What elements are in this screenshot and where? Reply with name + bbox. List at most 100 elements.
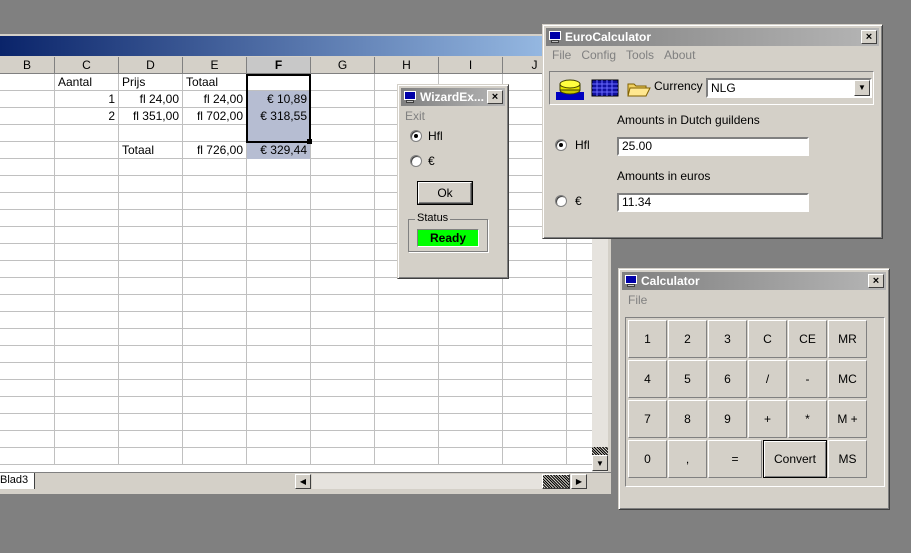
cell-b[interactable]	[0, 346, 55, 363]
cell-f[interactable]	[247, 431, 311, 448]
cell-c[interactable]	[55, 346, 119, 363]
cell-e[interactable]	[183, 346, 247, 363]
radio-hfl-row[interactable]: Hfl	[410, 129, 443, 143]
key-4[interactable]: 4	[628, 360, 667, 398]
cell-d[interactable]: fl 24,00	[119, 91, 183, 108]
cell-h[interactable]	[375, 329, 439, 346]
column-header-f[interactable]: F	[247, 57, 311, 74]
cell-e[interactable]	[183, 329, 247, 346]
cell-e[interactable]: fl 702,00	[183, 108, 247, 125]
cell-b[interactable]	[0, 312, 55, 329]
euro-radio[interactable]	[410, 155, 422, 167]
cell-c[interactable]	[55, 244, 119, 261]
column-header-c[interactable]: C	[55, 57, 119, 74]
cell-f[interactable]	[247, 329, 311, 346]
cell-f[interactable]	[247, 397, 311, 414]
cell-c[interactable]	[55, 295, 119, 312]
cell-d[interactable]	[119, 227, 183, 244]
menu-file[interactable]: File	[547, 48, 576, 62]
key-1[interactable]: 1	[628, 320, 667, 358]
cell-e[interactable]: Totaal	[183, 74, 247, 91]
key-multiply[interactable]: *	[788, 400, 827, 438]
cell-b[interactable]	[0, 91, 55, 108]
cell-h[interactable]	[375, 278, 439, 295]
key-9[interactable]: 9	[708, 400, 747, 438]
cell-j[interactable]	[503, 414, 567, 431]
cell-e[interactable]	[183, 244, 247, 261]
cell-b[interactable]	[0, 74, 55, 91]
cell-e[interactable]	[183, 312, 247, 329]
cell-h[interactable]	[375, 380, 439, 397]
cell-g[interactable]	[311, 312, 375, 329]
cell-k[interactable]	[567, 295, 592, 312]
cell-i[interactable]	[439, 363, 503, 380]
cell-i[interactable]	[439, 414, 503, 431]
key-8[interactable]: 8	[668, 400, 707, 438]
cell-f[interactable]	[247, 278, 311, 295]
cell-g[interactable]	[311, 108, 375, 125]
cell-h[interactable]	[375, 295, 439, 312]
cell-d[interactable]	[119, 448, 183, 465]
cell-e[interactable]	[183, 159, 247, 176]
calculator-titlebar[interactable]: Calculator ×	[622, 272, 886, 290]
cell-g[interactable]	[311, 176, 375, 193]
cell-f[interactable]	[247, 346, 311, 363]
spreadsheet-titlebar[interactable]	[0, 36, 611, 56]
cell-g[interactable]	[311, 193, 375, 210]
euro-radio-row[interactable]: €	[555, 194, 582, 208]
cell-g[interactable]	[311, 244, 375, 261]
cell-g[interactable]	[311, 431, 375, 448]
cell-i[interactable]	[439, 431, 503, 448]
calculator-grid-icon[interactable]	[590, 76, 620, 100]
cell-f[interactable]	[247, 210, 311, 227]
cell-c[interactable]	[55, 261, 119, 278]
menu-config[interactable]: Config	[576, 48, 621, 62]
cell-j[interactable]	[503, 329, 567, 346]
hfl-radio[interactable]	[555, 139, 567, 151]
cell-i[interactable]	[439, 397, 503, 414]
cell-g[interactable]	[311, 74, 375, 91]
cell-g[interactable]	[311, 91, 375, 108]
cell-j[interactable]	[503, 448, 567, 465]
key-plus[interactable]: +	[748, 400, 787, 438]
close-button[interactable]: ×	[487, 90, 503, 104]
cell-c[interactable]: 1	[55, 91, 119, 108]
column-header-d[interactable]: D	[119, 57, 183, 74]
scroll-down-button[interactable]: ▼	[592, 455, 608, 471]
column-header-i[interactable]: I	[439, 57, 503, 74]
cell-c[interactable]	[55, 142, 119, 159]
cell-e[interactable]	[183, 295, 247, 312]
cell-h[interactable]	[375, 312, 439, 329]
key-mplus[interactable]: M +	[828, 400, 867, 438]
cell-e[interactable]: fl 24,00	[183, 91, 247, 108]
coin-stack-icon[interactable]	[554, 76, 584, 100]
cell-d[interactable]	[119, 176, 183, 193]
cell-b[interactable]	[0, 380, 55, 397]
cell-i[interactable]	[439, 312, 503, 329]
cell-g[interactable]	[311, 363, 375, 380]
cell-i[interactable]	[439, 329, 503, 346]
cell-c[interactable]	[55, 227, 119, 244]
key-3[interactable]: 3	[708, 320, 747, 358]
cell-g[interactable]	[311, 397, 375, 414]
cell-h[interactable]	[375, 414, 439, 431]
cell-k[interactable]	[567, 397, 592, 414]
cell-d[interactable]	[119, 244, 183, 261]
cell-b[interactable]	[0, 397, 55, 414]
cell-b[interactable]	[0, 142, 55, 159]
cell-b[interactable]	[0, 363, 55, 380]
key-mr[interactable]: MR	[828, 320, 867, 358]
cell-k[interactable]	[567, 312, 592, 329]
cell-f[interactable]: € 10,89	[247, 91, 311, 108]
cell-e[interactable]	[183, 363, 247, 380]
cell-k[interactable]	[567, 278, 592, 295]
cell-d[interactable]	[119, 380, 183, 397]
cell-c[interactable]	[55, 397, 119, 414]
cell-b[interactable]	[0, 227, 55, 244]
cell-d[interactable]	[119, 278, 183, 295]
cell-j[interactable]	[503, 244, 567, 261]
cell-f[interactable]	[247, 448, 311, 465]
hfl-amount-input[interactable]: 25.00	[617, 137, 809, 156]
cell-d[interactable]	[119, 414, 183, 431]
cell-g[interactable]	[311, 278, 375, 295]
